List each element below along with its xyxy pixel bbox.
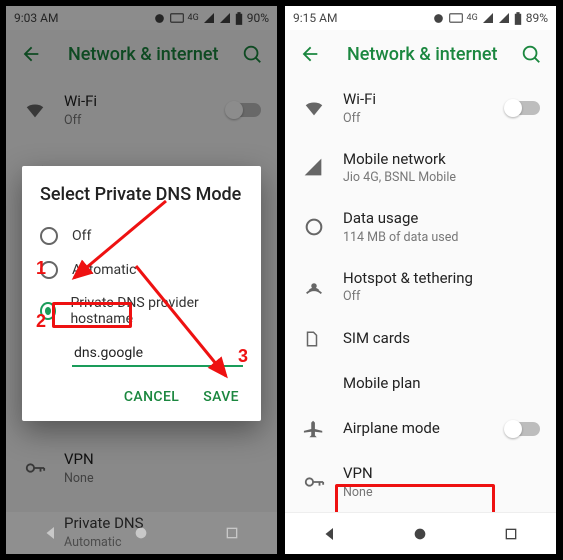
battery-pct: 89%: [526, 11, 548, 25]
phone-right: 9:15 AM 4G 89% Network & internet Wi-FiO…: [283, 4, 558, 556]
dialog-title: Select Private DNS Mode: [40, 184, 243, 205]
phone-left: 9:03 AM 4G 90% Network & internet Wi-FiO…: [4, 4, 279, 556]
alarm-icon: [432, 12, 445, 25]
data-label: Data usage: [343, 209, 540, 229]
net-badge: 4G: [467, 13, 478, 23]
wifi-label: Wi-Fi: [343, 90, 498, 110]
signal-icon-2: [498, 12, 510, 24]
data-sub: 114 MB of data used: [343, 230, 540, 245]
wifi-toggle[interactable]: [506, 101, 540, 115]
hotspot-icon: [303, 275, 343, 297]
status-icons: 4G 89%: [432, 11, 548, 25]
signal-icon: [303, 157, 343, 177]
radio-auto-label: Automatic: [72, 262, 136, 278]
row-mobile-plan[interactable]: Mobile plan: [285, 362, 556, 406]
mobile-label: Mobile network: [343, 150, 540, 170]
row-airplane[interactable]: Airplane mode: [285, 406, 556, 452]
radio-automatic[interactable]: Automatic: [40, 253, 243, 287]
key-icon: [303, 471, 343, 493]
settings-list: Wi-FiOff Mobile networkJio 4G, BSNL Mobi…: [285, 78, 556, 556]
hotspot-sub: Off: [343, 289, 540, 304]
mobile-sub: Jio 4G, BSNL Mobile: [343, 170, 540, 185]
wifi-icon: [303, 97, 343, 119]
row-hotspot[interactable]: Hotspot & tetheringOff: [285, 257, 556, 317]
air-label: Airplane mode: [343, 419, 498, 439]
data-usage-icon: [303, 216, 343, 238]
nav-back-icon[interactable]: [31, 513, 71, 553]
battery-icon: [514, 12, 522, 25]
radio-hostname[interactable]: Private DNS provider hostname: [40, 287, 243, 335]
row-vpn[interactable]: VPNNone: [285, 452, 556, 512]
row-wifi[interactable]: Wi-FiOff: [285, 78, 556, 138]
hotspot-label: Hotspot & tethering: [343, 269, 540, 289]
radio-icon: [40, 302, 56, 320]
nav-bar: [285, 512, 556, 554]
nav-recent-icon[interactable]: [491, 514, 531, 554]
status-time: 9:15 AM: [293, 11, 337, 25]
nav-bar: [6, 512, 277, 554]
back-icon[interactable]: [293, 37, 327, 71]
row-data-usage[interactable]: Data usage114 MB of data used: [285, 197, 556, 257]
row-sim[interactable]: SIM cards: [285, 316, 556, 362]
cancel-button[interactable]: CANCEL: [124, 389, 179, 405]
dns-hostname-input[interactable]: dns.google: [72, 341, 243, 367]
page-title: Network & internet: [347, 44, 514, 65]
search-icon[interactable]: [514, 37, 548, 71]
row-mobile[interactable]: Mobile networkJio 4G, BSNL Mobile: [285, 138, 556, 198]
radio-off-label: Off: [72, 228, 91, 244]
nav-home-icon[interactable]: [121, 513, 161, 553]
nav-home-icon[interactable]: [400, 514, 440, 554]
nav-back-icon[interactable]: [310, 514, 350, 554]
app-bar: Network & internet: [285, 30, 556, 78]
save-button[interactable]: SAVE: [203, 389, 239, 405]
airplane-toggle[interactable]: [506, 422, 540, 436]
airplane-icon: [303, 418, 343, 440]
radio-host-label: Private DNS provider hostname: [70, 295, 243, 327]
radio-off[interactable]: Off: [40, 219, 243, 253]
vpn-label: VPN: [343, 464, 540, 484]
radio-icon: [40, 227, 58, 245]
radio-icon: [40, 261, 58, 279]
wifi-sub: Off: [343, 111, 498, 126]
sim-icon: [303, 328, 343, 350]
dialog-actions: CANCEL SAVE: [40, 371, 243, 413]
vpn-sub: None: [343, 485, 540, 500]
plan-label: Mobile plan: [343, 374, 540, 394]
private-dns-dialog: Select Private DNS Mode Off Automatic Pr…: [22, 166, 261, 421]
status-bar: 9:15 AM 4G 89%: [285, 6, 556, 30]
nav-recent-icon[interactable]: [212, 513, 252, 553]
sim-label: SIM cards: [343, 329, 540, 349]
volte-icon: [449, 13, 463, 23]
signal-icon: [482, 12, 494, 24]
